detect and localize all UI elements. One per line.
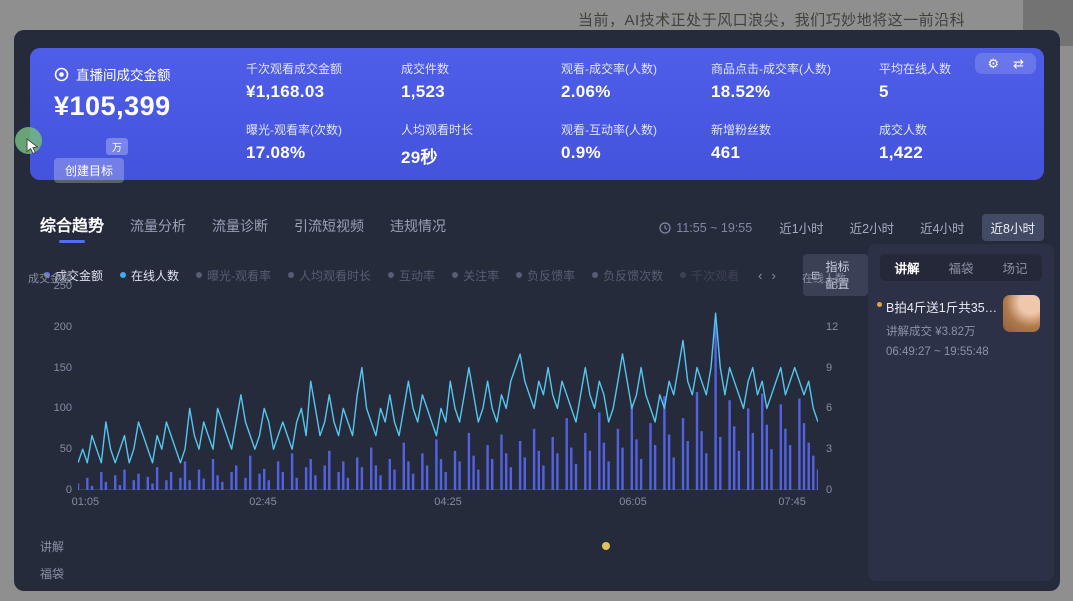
y-right-tick-6: 6: [826, 402, 832, 414]
kpi-metric-1: 成交件数 1,523: [401, 60, 561, 102]
tab-引流短视频[interactable]: 引流短视频: [294, 216, 364, 236]
kpi-metrics-grid: 千次观看成交金额 ¥1,168.03成交件数 1,523观看-成交率(人数) 2.06…: [246, 60, 1029, 168]
kpi-metric-label: 人均观看时长: [401, 121, 561, 138]
swap-icon[interactable]: ⇄: [1013, 57, 1024, 70]
time-button-近8小时[interactable]: 近8小时: [982, 214, 1044, 241]
kpi-metric-0: 千次观看成交金额 ¥1,168.03: [246, 60, 401, 102]
item-time-range: 06:49:27 ~ 19:55:48: [886, 346, 1040, 358]
y-left-tick-50: 50: [32, 443, 72, 455]
explain-item[interactable]: B拍4斤送1斤共35-4... 讲解成交 ¥3.82万 06:49:27 ~ 1…: [886, 297, 1040, 358]
dashboard-card: 直播间成交金额 ¥105,399 万 创建目标 千次观看成交金额 ¥1,168.0…: [14, 30, 1060, 591]
sidebar-tab-讲解[interactable]: 讲解: [880, 258, 934, 277]
kpi-metric-9: 成交人数 1,422: [879, 121, 1029, 168]
tab-违规情况[interactable]: 违规情况: [390, 216, 446, 236]
x-tick-04:25: 04:25: [434, 496, 462, 508]
kpi-metric-value: 0.9%: [561, 143, 711, 163]
kpi-actions: ⚙ ⇄: [975, 53, 1036, 74]
kpi-metric-value: 1,422: [879, 143, 1029, 163]
kpi-metric-label: 观看-互动率(人数): [561, 121, 711, 138]
tab-流量分析[interactable]: 流量分析: [130, 216, 186, 236]
x-tick-06:05: 06:05: [619, 496, 647, 508]
y-left-tick-150: 150: [32, 362, 72, 374]
time-button-近4小时[interactable]: 近4小时: [911, 214, 973, 241]
chart-plot[interactable]: [78, 286, 818, 491]
kpi-metric-value: 2.06%: [561, 82, 711, 102]
main-tabs: 综合趋势 流量分析 流量诊断 引流短视频 违规情况: [40, 212, 446, 236]
sidebar-tab-福袋[interactable]: 福袋: [934, 258, 988, 277]
kpi-panel: 直播间成交金额 ¥105,399 万 创建目标 千次观看成交金额 ¥1,168.0…: [30, 48, 1044, 180]
product-thumbnail[interactable]: [1003, 295, 1040, 332]
target-icon: [54, 67, 69, 82]
kpi-metric-label: 商品点击-成交率(人数): [711, 60, 879, 77]
lucky-bag-marker[interactable]: [602, 542, 610, 550]
time-button-近2小时[interactable]: 近2小时: [841, 214, 903, 241]
kpi-metric-6: 人均观看时长 29秒: [401, 121, 561, 168]
unit-badge: 万: [106, 138, 128, 155]
marker-row-label-jiangjie: 讲解: [40, 538, 64, 555]
y-right-tick-12: 12: [826, 321, 838, 333]
y-right-tick-9: 9: [826, 362, 832, 374]
video-caption: 当前，AI技术正处于风口浪尖，我们巧妙地将这一前沿科: [578, 9, 965, 30]
kpi-metric-value: 18.52%: [711, 82, 879, 102]
kpi-metric-value: 17.08%: [246, 143, 401, 163]
y-left-tick-200: 200: [32, 321, 72, 333]
create-goal-button[interactable]: 创建目标: [54, 158, 124, 183]
time-range-text: 11:55 ~ 19:55: [676, 221, 752, 235]
tab-流量诊断[interactable]: 流量诊断: [212, 216, 268, 236]
y-right-tick-15: 15: [826, 280, 838, 292]
screen: 当前，AI技术正处于风口浪尖，我们巧妙地将这一前沿科 直播间成交金额 ¥105,…: [0, 0, 1073, 601]
clock-icon: [659, 222, 671, 234]
kpi-metric-value: ¥1,168.03: [246, 82, 401, 102]
kpi-metric-7: 观看-互动率(人数) 0.9%: [561, 121, 711, 168]
kpi-metric-8: 新增粉丝数 461: [711, 121, 879, 168]
item-title: B拍4斤送1斤共35-4...: [886, 297, 998, 316]
kpi-metric-label: 观看-成交率(人数): [561, 60, 711, 77]
kpi-metric-value: 29秒: [401, 143, 561, 168]
kpi-metric-5: 曝光-观看率(次数) 17.08%: [246, 121, 401, 168]
kpi-metric-label: 成交人数: [879, 121, 1029, 138]
y-left-tick-250: 250: [32, 280, 72, 292]
kpi-metric-label: 新增粉丝数: [711, 121, 879, 138]
kpi-metric-value: 1,523: [401, 82, 561, 102]
y-axis-right-title: 在线人数: [802, 270, 846, 286]
kpi-title: 直播间成交金额: [76, 64, 171, 84]
kpi-metric-value: 5: [879, 82, 1029, 102]
kpi-metric-label: 曝光-观看率(次数): [246, 121, 401, 138]
y-right-tick-0: 0: [826, 484, 832, 496]
x-tick-02:45: 02:45: [249, 496, 277, 508]
tab-综合趋势[interactable]: 综合趋势: [40, 212, 104, 236]
y-left-tick-0: 0: [32, 484, 72, 496]
kpi-metric-3: 商品点击-成交率(人数) 18.52%: [711, 60, 879, 102]
time-range: 11:55 ~ 19:55: [659, 221, 752, 235]
x-tick-07:45: 07:45: [778, 496, 806, 508]
time-filter: 11:55 ~ 19:55 近1小时近2小时近4小时近8小时: [659, 214, 1044, 241]
kpi-metric-label: 成交件数: [401, 60, 561, 77]
sidebar-tabs: 讲解福袋场记: [880, 254, 1042, 281]
kpi-primary: 直播间成交金额 ¥105,399 万 创建目标: [54, 64, 249, 122]
item-bullet: [877, 302, 882, 307]
marker-row-label-fudai: 福袋: [40, 565, 64, 582]
kpi-main-value: ¥105,399: [54, 91, 249, 122]
y-right-tick-3: 3: [826, 443, 832, 455]
kpi-metric-value: 461: [711, 143, 879, 163]
trend-chart[interactable]: 成交金额在线人数0501001502002500369121501:0502:4…: [14, 270, 874, 538]
y-left-tick-100: 100: [32, 402, 72, 414]
x-tick-01:05: 01:05: [72, 496, 100, 508]
sidebar-tab-场记[interactable]: 场记: [988, 258, 1042, 277]
kpi-metric-label: 千次观看成交金额: [246, 60, 401, 77]
mouse-cursor-icon: [26, 138, 41, 155]
kpi-metric-2: 观看-成交率(人数) 2.06%: [561, 60, 711, 102]
event-sidebar: 讲解福袋场记 B拍4斤送1斤共35-4... 讲解成交 ¥3.82万 06:49…: [868, 244, 1054, 581]
time-button-近1小时[interactable]: 近1小时: [770, 214, 832, 241]
gear-icon[interactable]: ⚙: [987, 57, 999, 70]
online-users-line-series: [78, 313, 818, 463]
